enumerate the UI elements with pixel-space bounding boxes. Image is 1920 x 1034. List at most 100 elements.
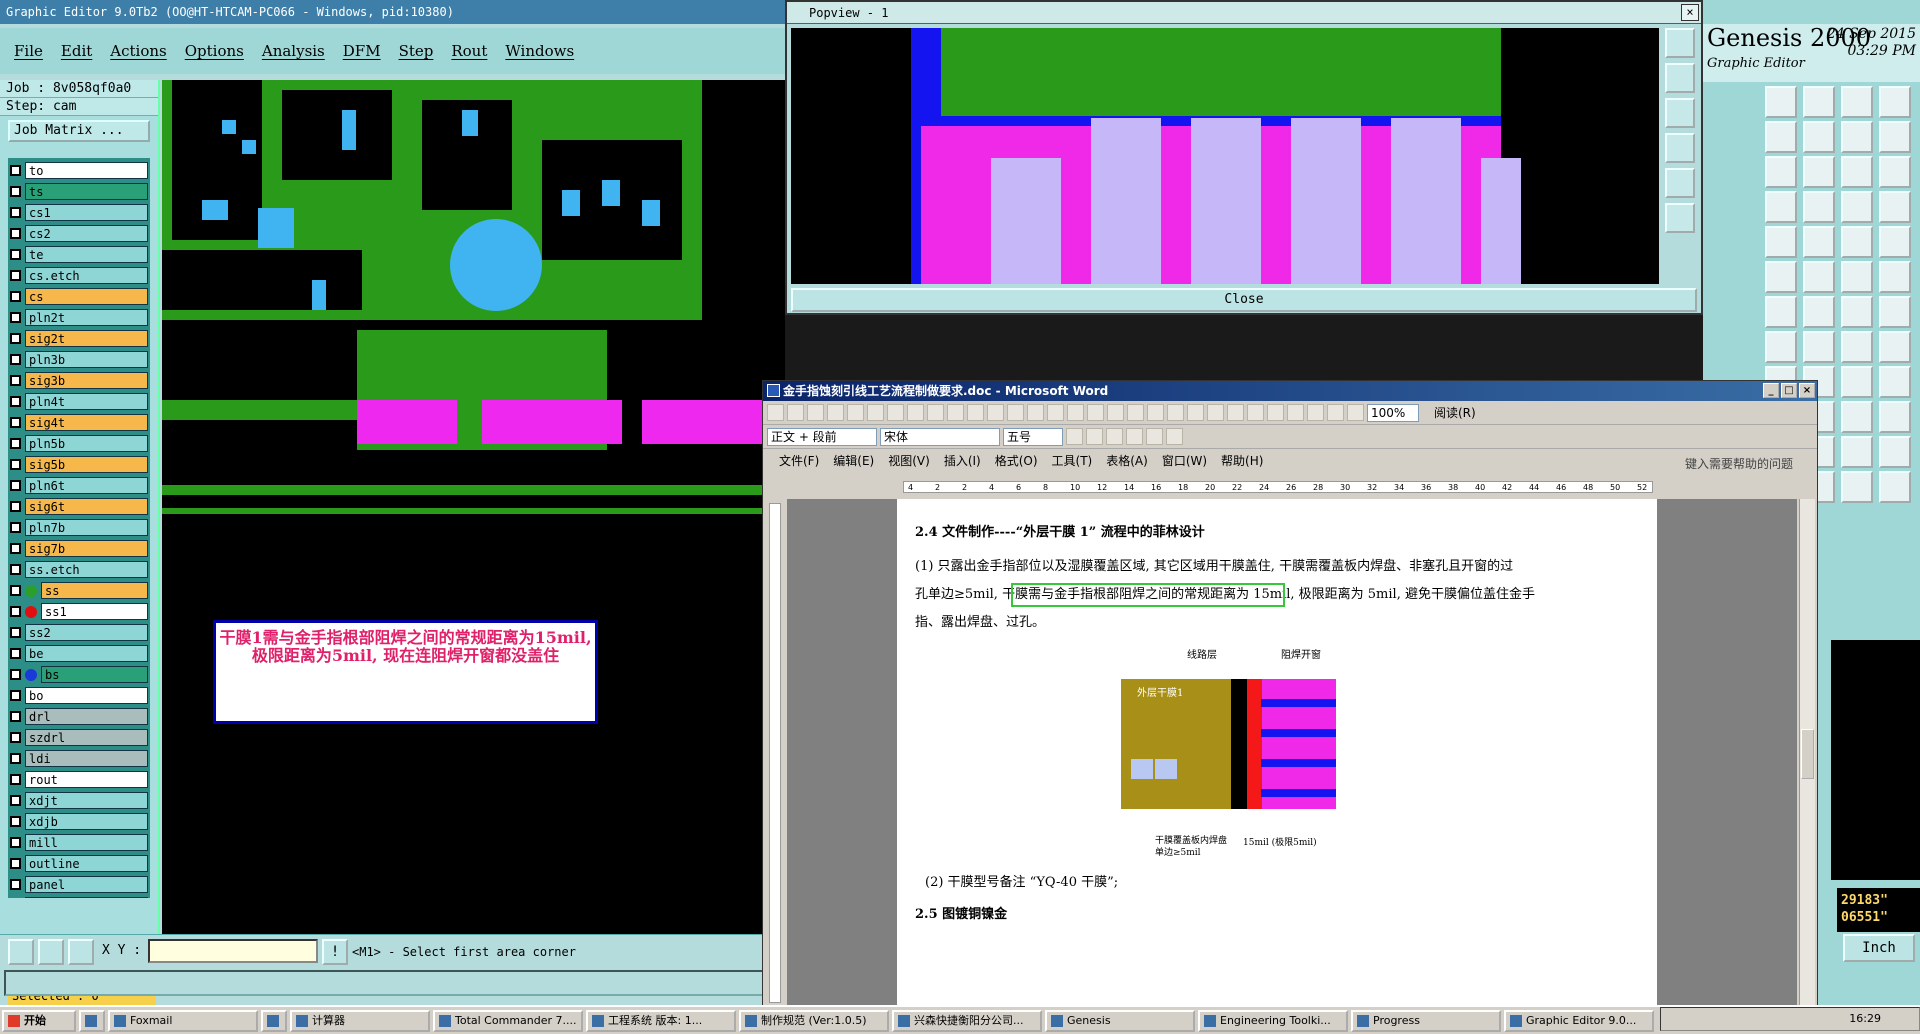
popview-close-icon[interactable]: × <box>1681 4 1699 21</box>
popview-canvas[interactable] <box>791 28 1659 284</box>
layer-checkbox[interactable] <box>10 165 21 176</box>
word-scroll-thumb[interactable] <box>1801 729 1814 779</box>
word-toolbar-icon[interactable] <box>1007 404 1024 421</box>
word-toolbar-icon[interactable] <box>1247 404 1264 421</box>
layer-row[interactable]: ldi <box>10 748 148 769</box>
genesis-tool-icon[interactable] <box>1765 191 1797 223</box>
layer-row[interactable]: bs <box>10 664 148 685</box>
layer-row[interactable]: pln2t <box>10 307 148 328</box>
taskbar-item[interactable]: Total Commander 7.... <box>433 1009 583 1032</box>
align-left-icon[interactable] <box>1126 428 1143 445</box>
genesis-tool-icon[interactable] <box>1841 261 1873 293</box>
popview-tool-1-icon[interactable] <box>1665 28 1695 58</box>
bold-icon[interactable] <box>1066 428 1083 445</box>
genesis-tool-icon[interactable] <box>1765 331 1797 363</box>
job-matrix-button[interactable]: Job Matrix ... <box>8 120 150 142</box>
genesis-tool-icon[interactable] <box>1841 121 1873 153</box>
word-toolbar-icon[interactable] <box>1067 404 1084 421</box>
layer-checkbox[interactable] <box>10 333 21 344</box>
genesis-tool-icon[interactable] <box>1841 86 1873 118</box>
word-minimize-button[interactable]: _ <box>1763 383 1779 398</box>
word-menu-item[interactable]: 编辑(E) <box>833 452 874 469</box>
word-toolbar-icon[interactable] <box>887 404 904 421</box>
layer-checkbox[interactable] <box>10 396 21 407</box>
genesis-tool-icon[interactable] <box>1841 436 1873 468</box>
layer-checkbox[interactable] <box>10 417 21 428</box>
layer-checkbox[interactable] <box>10 354 21 365</box>
layer-checkbox[interactable] <box>10 501 21 512</box>
genesis-tool-icon[interactable] <box>1879 401 1911 433</box>
layer-checkbox[interactable] <box>10 585 21 596</box>
alert-icon[interactable]: ! <box>322 939 348 965</box>
word-toolbar-icon[interactable] <box>1327 404 1344 421</box>
layer-checkbox[interactable] <box>10 375 21 386</box>
layer-row[interactable]: outline <box>10 853 148 874</box>
layer-row[interactable]: rout <box>10 769 148 790</box>
word-menu-item[interactable]: 工具(T) <box>1052 452 1093 469</box>
genesis-tool-icon[interactable] <box>1841 226 1873 258</box>
word-toolbar-icon[interactable] <box>987 404 1004 421</box>
word-toolbar-icon[interactable] <box>1147 404 1164 421</box>
zoom-box[interactable]: 100% <box>1367 403 1419 422</box>
word-toolbar-icon[interactable] <box>967 404 984 421</box>
layer-row[interactable]: cs2 <box>10 223 148 244</box>
genesis-tool-icon[interactable] <box>1841 401 1873 433</box>
ge-menu-edit[interactable]: Edit <box>61 42 92 60</box>
layer-row[interactable]: xdjb <box>10 811 148 832</box>
word-toolbar-icon[interactable] <box>1207 404 1224 421</box>
word-toolbar-icon[interactable] <box>1287 404 1304 421</box>
layer-row[interactable]: pln5b <box>10 433 148 454</box>
genesis-tool-icon[interactable] <box>1803 156 1835 188</box>
ge-menu-actions[interactable]: Actions <box>110 42 166 60</box>
taskbar-item[interactable]: 兴森快捷衡阳分公司... <box>892 1009 1042 1032</box>
genesis-tool-icon[interactable] <box>1765 156 1797 188</box>
layer-row[interactable]: sig4t <box>10 412 148 433</box>
layer-row[interactable]: panel <box>10 874 148 895</box>
layer-row[interactable]: pln6t <box>10 475 148 496</box>
underline-icon[interactable] <box>1106 428 1123 445</box>
taskbar-item[interactable] <box>261 1009 287 1032</box>
word-toolbar-icon[interactable] <box>807 404 824 421</box>
popview-tool-6-icon[interactable] <box>1665 203 1695 233</box>
layer-checkbox[interactable] <box>10 816 21 827</box>
word-menu-item[interactable]: 插入(I) <box>944 452 981 469</box>
genesis-tool-icon[interactable] <box>1879 121 1911 153</box>
layer-row[interactable]: copper_cap-t <box>10 895 148 898</box>
popview-tool-4-icon[interactable] <box>1665 133 1695 163</box>
layer-row[interactable]: ss <box>10 580 148 601</box>
layer-row[interactable]: sig3b <box>10 370 148 391</box>
layer-row[interactable]: drl <box>10 706 148 727</box>
word-scrollbar[interactable] <box>1799 499 1815 1005</box>
taskbar-item[interactable]: 工程系统 版本: 1... <box>586 1009 736 1032</box>
genesis-tool-icon[interactable] <box>1803 331 1835 363</box>
genesis-tool-icon[interactable] <box>1765 296 1797 328</box>
genesis-tool-icon[interactable] <box>1765 226 1797 258</box>
layer-row[interactable]: cs.etch <box>10 265 148 286</box>
word-menu-item[interactable]: 帮助(H) <box>1221 452 1263 469</box>
layer-checkbox[interactable] <box>10 459 21 470</box>
layer-checkbox[interactable] <box>10 627 21 638</box>
word-toolbar-icon[interactable] <box>1227 404 1244 421</box>
layer-row[interactable]: sig7b <box>10 538 148 559</box>
layer-checkbox[interactable] <box>10 291 21 302</box>
word-toolbar-icon[interactable] <box>1347 404 1364 421</box>
genesis-tool-icon[interactable] <box>1765 261 1797 293</box>
grid-icon[interactable] <box>68 939 94 965</box>
pcb-canvas[interactable] <box>162 80 785 934</box>
word-toolbar-icon[interactable] <box>1307 404 1324 421</box>
zoom-area-icon[interactable] <box>8 939 34 965</box>
layer-checkbox[interactable] <box>10 879 21 890</box>
taskbar-item[interactable]: Engineering Toolki... <box>1198 1009 1348 1032</box>
popview-tool-5-icon[interactable] <box>1665 168 1695 198</box>
popview-tool-3-icon[interactable] <box>1665 98 1695 128</box>
word-toolbar-icon[interactable] <box>847 404 864 421</box>
layer-checkbox[interactable] <box>10 606 21 617</box>
layer-row[interactable]: xdjt <box>10 790 148 811</box>
word-toolbar-icon[interactable] <box>767 404 784 421</box>
read-mode-button[interactable]: 阅读(R) <box>1434 404 1476 421</box>
layer-checkbox[interactable] <box>10 228 21 239</box>
genesis-tool-icon[interactable] <box>1803 261 1835 293</box>
genesis-tool-icon[interactable] <box>1879 261 1911 293</box>
layer-checkbox[interactable] <box>10 207 21 218</box>
layer-row[interactable]: sig6t <box>10 496 148 517</box>
